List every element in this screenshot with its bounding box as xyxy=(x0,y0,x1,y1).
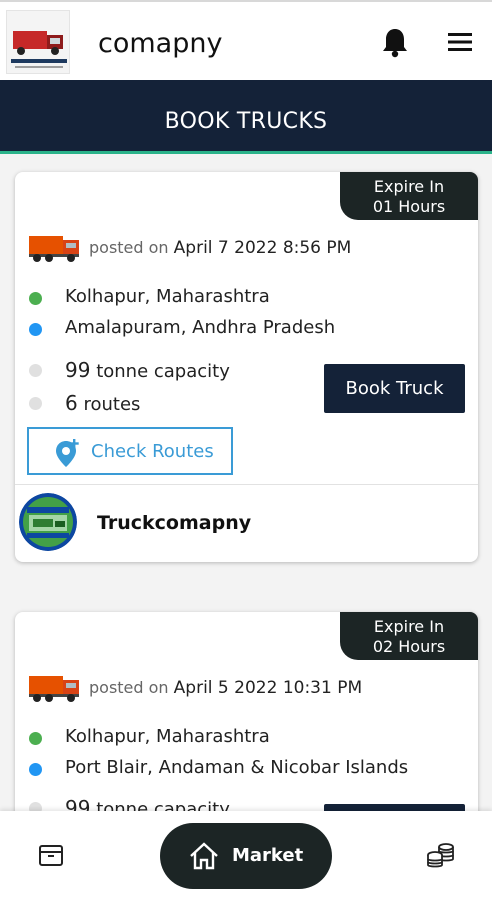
origin-location: Kolhapur, Maharashtra xyxy=(65,286,270,307)
expire-badge: Expire In 02 Hours xyxy=(340,612,478,660)
box-icon[interactable] xyxy=(36,841,66,869)
location-pin-plus-icon xyxy=(55,437,81,469)
destination-dot-icon xyxy=(29,323,42,336)
posted-info: posted on April 5 2022 10:31 PM xyxy=(89,678,362,698)
routes-label: routes xyxy=(83,394,141,415)
capacity-value: 99 xyxy=(65,796,91,811)
check-routes-button[interactable]: Check Routes xyxy=(27,427,233,475)
bullet-icon xyxy=(29,364,42,377)
posted-date: April 5 2022 10:31 PM xyxy=(173,678,363,698)
company-row[interactable]: Truckcomapny xyxy=(15,484,478,562)
destination-location: Amalapuram, Andhra Pradesh xyxy=(65,317,336,338)
expire-label: Expire In xyxy=(373,177,445,196)
truck-logo-icon[interactable] xyxy=(6,10,70,74)
posted-prefix: posted on xyxy=(89,238,169,257)
origin-dot-icon xyxy=(29,292,42,305)
capacity-value: 99 xyxy=(65,358,91,382)
bullet-icon xyxy=(29,802,42,811)
origin-dot-icon xyxy=(29,732,42,745)
book-truck-button[interactable]: Book Truck xyxy=(324,364,465,413)
truck-thumbnail-icon xyxy=(27,230,83,264)
app-title: comapny xyxy=(98,28,223,59)
page-banner: BOOK TRUCKS xyxy=(0,80,492,154)
expire-badge: Expire In 01 Hours xyxy=(340,172,478,220)
check-routes-label: Check Routes xyxy=(91,441,214,462)
market-label: Market xyxy=(232,845,304,866)
page-title: BOOK TRUCKS xyxy=(164,109,328,134)
posted-info: posted on April 7 2022 8:56 PM xyxy=(89,238,351,258)
bell-icon[interactable] xyxy=(380,26,410,58)
capacity-label: tonne capacity xyxy=(96,799,230,811)
home-icon xyxy=(188,841,220,871)
routes-value: 6 xyxy=(65,391,78,415)
expire-label: Expire In xyxy=(373,617,445,636)
truck-listing-card: Expire In 02 Hours posted on April 5 202… xyxy=(15,612,478,811)
posted-date: April 7 2022 8:56 PM xyxy=(173,238,352,258)
bullet-icon xyxy=(29,397,42,410)
listing-scroll-area[interactable]: Expire In 01 Hours posted on April 7 202… xyxy=(0,157,492,811)
book-truck-button[interactable] xyxy=(324,804,465,811)
origin-location: Kolhapur, Maharashtra xyxy=(65,726,270,747)
market-nav-button[interactable]: Market xyxy=(160,823,332,889)
company-logo-icon xyxy=(19,493,77,551)
top-app-bar: comapny xyxy=(0,0,492,80)
expire-hours: 01 Hours xyxy=(372,197,446,216)
destination-location: Port Blair, Andaman & Nicobar Islands xyxy=(65,757,409,778)
expire-hours: 02 Hours xyxy=(372,637,446,656)
company-name: Truckcomapny xyxy=(97,512,252,534)
bottom-navigation: Market xyxy=(0,811,492,900)
truck-thumbnail-icon xyxy=(27,670,83,704)
posted-prefix: posted on xyxy=(89,678,169,697)
coins-icon[interactable] xyxy=(426,841,456,869)
truck-listing-card: Expire In 01 Hours posted on April 7 202… xyxy=(15,172,478,562)
capacity-label: tonne capacity xyxy=(96,361,230,382)
hamburger-menu-icon[interactable] xyxy=(446,30,474,54)
destination-dot-icon xyxy=(29,763,42,776)
